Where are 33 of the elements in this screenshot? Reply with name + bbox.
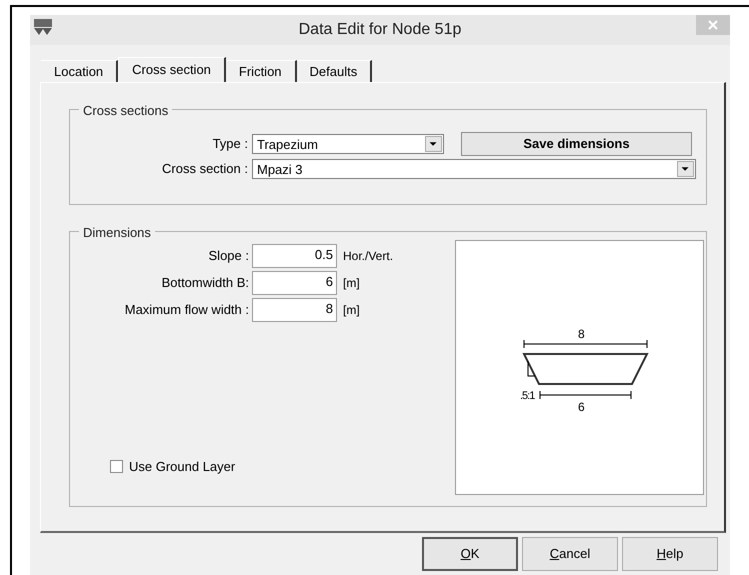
app-icon	[33, 18, 53, 36]
dialog-button[interactable]: Cancel	[522, 537, 618, 571]
window-title: Data Edit for Node 51p	[298, 20, 462, 40]
type-label: Type :	[212, 135, 249, 154]
bottom-width-label: 6	[578, 399, 585, 416]
unit-label: Hor./Vert.	[343, 248, 394, 265]
field-label: Bottomwidth B:	[160, 274, 250, 292]
tab[interactable]: Defaults	[296, 60, 372, 82]
caret-icon[interactable]	[425, 136, 442, 152]
checkbox[interactable]	[110, 460, 123, 473]
unit-label: [m]	[343, 302, 360, 319]
input-field[interactable]: 8	[252, 298, 337, 322]
dialog-button[interactable]: OK	[422, 537, 518, 571]
field-label: Maximum flow width :	[124, 301, 250, 320]
tab[interactable]: Cross section	[118, 57, 226, 82]
tab[interactable]: Friction	[226, 60, 297, 82]
checkbox-label: Use Ground Layer	[129, 458, 236, 476]
close-icon	[708, 20, 718, 30]
dialog-button[interactable]: Help	[622, 537, 718, 571]
input-field[interactable]: 6	[252, 271, 337, 295]
input-field[interactable]: 0.5	[252, 244, 337, 268]
unit-label: [m]	[343, 275, 360, 292]
slope-label: .5:1	[520, 389, 534, 404]
field-label: Slope :	[208, 247, 250, 266]
top-width-label: 8	[578, 326, 585, 343]
dropdown[interactable]: Trapezium	[252, 134, 444, 154]
dropdown[interactable]: Mpazi 3	[252, 159, 696, 179]
dropdown-value: Mpazi 3	[256, 162, 304, 176]
dropdown-value: Trapezium	[256, 138, 319, 150]
tab[interactable]: Location	[41, 60, 118, 82]
cross-section-label: Cross section :	[161, 160, 249, 178]
save-dimensions-button[interactable]: Save dimensions	[461, 132, 692, 156]
caret-icon[interactable]	[677, 161, 694, 177]
